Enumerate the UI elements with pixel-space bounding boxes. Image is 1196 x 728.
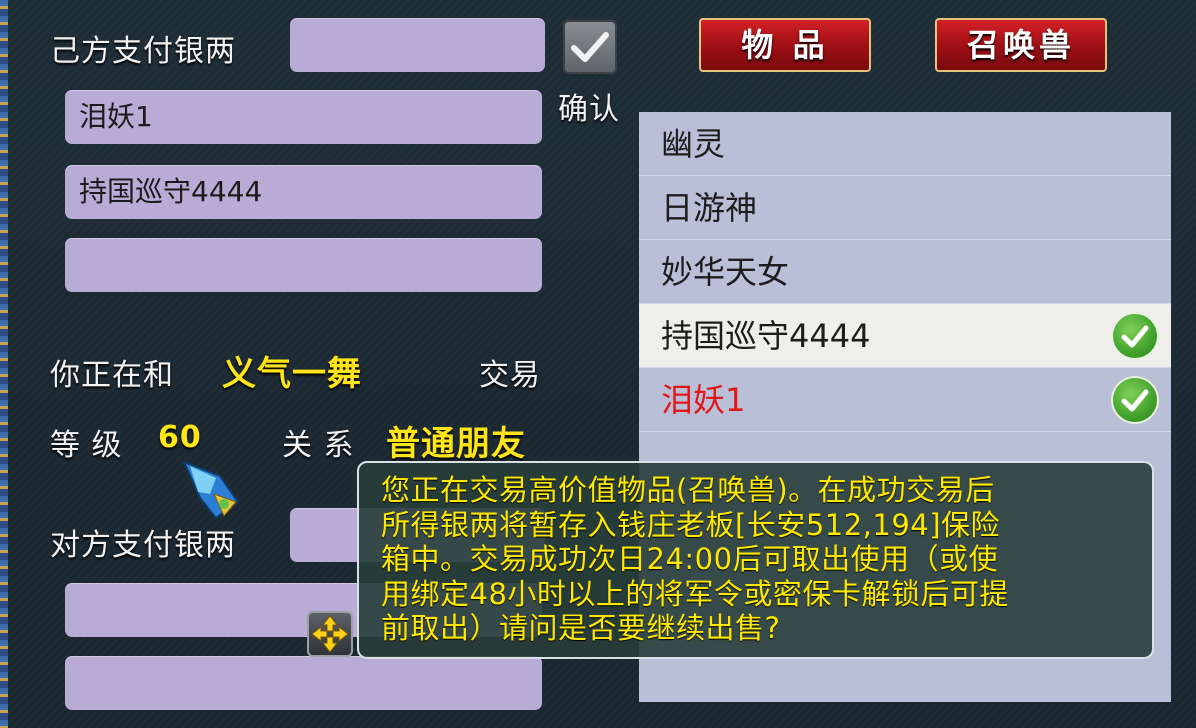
self-pay-label: 己方支付银两 bbox=[50, 34, 236, 69]
pet-list-item[interactable]: 泪妖1 bbox=[639, 368, 1171, 432]
green-check-icon bbox=[1113, 378, 1157, 422]
relation-value: 普通朋友 bbox=[386, 424, 526, 464]
window-border-decoration bbox=[0, 0, 8, 728]
self-pay-input[interactable] bbox=[290, 18, 545, 72]
trading-with-prefix: 你正在和 bbox=[50, 358, 174, 393]
pet-name: 日游神 bbox=[661, 189, 758, 227]
checkmark-icon bbox=[571, 32, 609, 62]
pet-name: 幽灵 bbox=[661, 125, 726, 163]
pet-list-item[interactable]: 幽灵 bbox=[639, 112, 1171, 176]
tab-pets-button[interactable]: 召唤兽 bbox=[935, 18, 1107, 72]
relation-label: 关 系 bbox=[282, 428, 355, 463]
move-arrows-icon[interactable] bbox=[307, 611, 353, 657]
pet-list-item[interactable]: 持国巡守4444 bbox=[639, 304, 1171, 368]
level-value: 60 bbox=[158, 420, 202, 455]
green-check-icon bbox=[1113, 314, 1157, 358]
pet-name: 妙华天女 bbox=[661, 253, 790, 291]
partner-name: 义气一舞 bbox=[222, 354, 362, 394]
dialog-line: 所得银两将暂存入钱庄老板[长安512,194]保险 bbox=[381, 507, 1001, 542]
trade-window: 己方支付银两 确认 物 品 召唤兽 泪妖1 持国巡守4444 你正在和 义气一舞… bbox=[0, 0, 1196, 728]
move-arrows-glyph bbox=[311, 615, 349, 653]
self-slot-3[interactable] bbox=[65, 238, 542, 292]
confirm-checkbox[interactable] bbox=[563, 20, 617, 74]
dialog-line: 箱中。交易成功次日24:00后可取出使用（或使 bbox=[381, 542, 999, 576]
trading-with-suffix: 交易 bbox=[479, 358, 541, 393]
self-slot-1[interactable]: 泪妖1 bbox=[65, 90, 542, 144]
gem-cursor-icon bbox=[182, 460, 240, 520]
high-value-trade-dialog[interactable]: 您正在交易高价值物品(召唤兽)。在成功交易后 所得银两将暂存入钱庄老板[长安51… bbox=[357, 461, 1154, 659]
self-slot-2[interactable]: 持国巡守4444 bbox=[65, 165, 542, 219]
dialog-line: 您正在交易高价值物品(召唤兽)。在成功交易后 bbox=[381, 473, 995, 507]
pet-name: 持国巡守4444 bbox=[661, 317, 871, 355]
dialog-line: 前取出）请问是否要继续出售? bbox=[381, 611, 781, 645]
other-slot-2 bbox=[65, 656, 542, 710]
confirm-label: 确认 bbox=[558, 92, 620, 127]
pet-name: 泪妖1 bbox=[661, 381, 746, 419]
other-pay-label: 对方支付银两 bbox=[50, 528, 236, 563]
tab-items-button[interactable]: 物 品 bbox=[699, 18, 871, 72]
dialog-line: 用绑定48小时以上的将军令或密保卡解锁后可提 bbox=[381, 576, 1009, 611]
pet-list-item[interactable]: 日游神 bbox=[639, 176, 1171, 240]
pet-list-item[interactable]: 妙华天女 bbox=[639, 240, 1171, 304]
level-label: 等 级 bbox=[50, 428, 123, 463]
